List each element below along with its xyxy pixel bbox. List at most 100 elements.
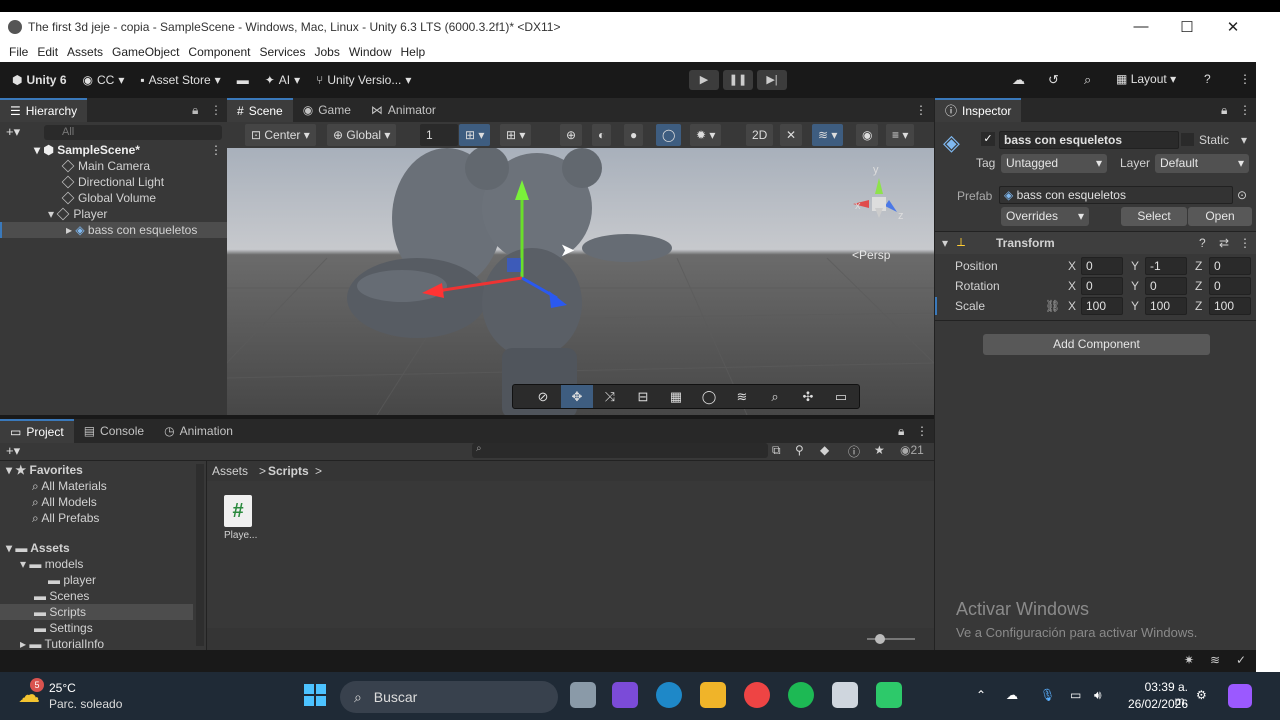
- layers-icon[interactable]: ≋: [1210, 653, 1220, 667]
- grid-snap-button[interactable]: ⊞ ▾: [459, 124, 491, 146]
- label-icon[interactable]: ◆: [820, 443, 829, 457]
- favorite-all-prefabs[interactable]: ⌕ All Prefabs: [32, 510, 99, 526]
- menu-edit[interactable]: Edit: [37, 45, 58, 59]
- microphone-icon[interactable]: 🎙︎: [1040, 688, 1055, 702]
- layout-dropdown[interactable]: ▦ Layout ▾: [1116, 72, 1176, 86]
- rotate-tool-button[interactable]: ⤨: [594, 385, 626, 408]
- tab-game[interactable]: ◉ Game: [293, 98, 361, 122]
- asset-file-player-script[interactable]: # Playe...: [224, 495, 257, 541]
- folder-player[interactable]: ▬ player: [48, 572, 96, 588]
- pause-button[interactable]: ❚❚: [723, 70, 753, 90]
- kebab-icon[interactable]: ⋮: [210, 103, 222, 117]
- gizmo-global-button[interactable]: ⊕: [560, 124, 583, 146]
- gizmos-dropdown[interactable]: ≋ ▾: [812, 124, 844, 146]
- view-tool-button[interactable]: ⊘: [527, 385, 559, 408]
- scale-x-input[interactable]: 100: [1081, 297, 1123, 315]
- layer-dropdown[interactable]: Default ▾: [1155, 154, 1249, 173]
- 2d-toggle-button[interactable]: 2D: [746, 124, 774, 146]
- kebab-icon[interactable]: ⋮: [915, 103, 927, 117]
- breadcrumb-assets[interactable]: Assets: [212, 464, 248, 478]
- scene-root[interactable]: ▾ ⬢ SampleScene*: [34, 142, 140, 158]
- tab-inspector[interactable]: ⓘ Inspector: [935, 98, 1022, 122]
- network-icon[interactable]: ▭: [1070, 688, 1081, 702]
- scale-tool-button[interactable]: ⊟: [627, 385, 659, 408]
- prefab-field[interactable]: ◈ bass con esqueletos: [999, 186, 1233, 204]
- transform-header[interactable]: ▾ ⟂ Transform ? ⇄ ⋮: [935, 232, 1257, 254]
- warning-icon[interactable]: ⓘ: [848, 443, 860, 460]
- menu-services[interactable]: Services: [259, 45, 305, 59]
- rotation-x-input[interactable]: 0: [1081, 277, 1123, 295]
- menu-jobs[interactable]: Jobs: [314, 45, 339, 59]
- search-button[interactable]: ⌕: [1084, 72, 1091, 88]
- active-checkbox[interactable]: ✓: [981, 132, 995, 146]
- help-icon[interactable]: ?: [1199, 236, 1206, 250]
- settings-gear-icon[interactable]: ⚙: [1196, 688, 1207, 702]
- hierarchy-item-global-volume[interactable]: Global Volume: [61, 190, 156, 206]
- tab-project[interactable]: ▭ Project: [0, 419, 74, 443]
- tab-scene[interactable]: # Scene: [227, 98, 293, 122]
- scene-menu-icon[interactable]: ⋮: [210, 143, 222, 157]
- version-control-dropdown[interactable]: ⑂ Unity Versio... ▾: [316, 73, 411, 87]
- ai-dropdown[interactable]: ✦ AI ▾: [265, 73, 300, 87]
- tree-scrollbar[interactable]: [196, 464, 204, 646]
- spotify-icon[interactable]: [788, 682, 814, 708]
- project-search-input[interactable]: ⌕: [472, 443, 768, 458]
- volume-icon[interactable]: 🔊︎: [1094, 688, 1102, 703]
- snipping-tool-icon[interactable]: [612, 682, 638, 708]
- history-button[interactable]: ↺: [1048, 72, 1059, 88]
- tab-hierarchy[interactable]: ☰ Hierarchy: [0, 98, 88, 122]
- rotation-z-input[interactable]: 0: [1209, 277, 1251, 295]
- transform-tool-button[interactable]: ◯: [693, 385, 725, 408]
- debug-icon[interactable]: ✷: [1184, 653, 1194, 667]
- folder-scripts[interactable]: ▬ Scripts: [0, 604, 193, 620]
- visibility-button[interactable]: ◉: [856, 124, 879, 146]
- camera-settings-dropdown[interactable]: ≡ ▾: [886, 124, 915, 146]
- add-component-button[interactable]: Add Component: [983, 334, 1210, 355]
- kebab-icon[interactable]: ⋮: [916, 424, 928, 438]
- orientation-gizmo[interactable]: y x z: [845, 164, 915, 230]
- menu-help[interactable]: Help: [401, 45, 426, 59]
- help-button[interactable]: ?: [1204, 72, 1211, 86]
- tab-console[interactable]: ▤ Console: [74, 419, 154, 443]
- projection-toggle[interactable]: <Persp: [852, 248, 890, 262]
- scale-y-input[interactable]: 100: [1145, 297, 1187, 315]
- open-button[interactable]: Open: [1188, 207, 1252, 226]
- position-x-input[interactable]: 0: [1081, 257, 1123, 275]
- package-button[interactable]: ▬: [237, 73, 249, 87]
- menu-assets[interactable]: Assets: [67, 45, 103, 59]
- start-button[interactable]: [302, 682, 328, 708]
- effects-dropdown[interactable]: ✹ ▾: [690, 124, 722, 146]
- check-circle-icon[interactable]: ✓: [1236, 653, 1246, 667]
- account-dropdown[interactable]: ◉ CC ▾: [83, 73, 125, 87]
- lock-icon[interactable]: 🔒︎: [1221, 103, 1227, 118]
- audio-toggle-button[interactable]: ✕: [780, 124, 803, 146]
- toolbar-menu-button[interactable]: ⋮: [1239, 72, 1251, 86]
- overlay-menu-button[interactable]: ▭: [825, 385, 857, 408]
- file-explorer-icon[interactable]: [700, 682, 726, 708]
- position-z-input[interactable]: 0: [1209, 257, 1251, 275]
- snap-tool-button[interactable]: ✣: [792, 385, 824, 408]
- pivot-dropdown[interactable]: ⊡ Center ▾: [245, 124, 316, 146]
- task-view-icon[interactable]: [570, 682, 596, 708]
- space-dropdown[interactable]: ⊕ Global ▾: [327, 124, 397, 146]
- create-asset-button[interactable]: +▾: [6, 443, 20, 459]
- breadcrumb-scripts[interactable]: Scripts: [268, 464, 309, 478]
- favorites-header[interactable]: ▾ ★ Favorites: [6, 462, 83, 478]
- tab-animation[interactable]: ◷ Animation: [154, 419, 243, 443]
- target-icon[interactable]: ⊙: [1237, 188, 1247, 202]
- object-name-input[interactable]: bass con esqueletos: [999, 131, 1179, 149]
- overrides-dropdown[interactable]: Overrides ▾: [1001, 207, 1089, 226]
- unity-account-button[interactable]: ⬢ Unity 6: [12, 73, 67, 87]
- search-by-type-icon[interactable]: ⧉: [772, 443, 781, 458]
- shading-wireframe-button[interactable]: ◐: [592, 124, 612, 146]
- menu-window[interactable]: Window: [349, 45, 392, 59]
- cloud-button[interactable]: ☁: [1012, 72, 1025, 88]
- app-icon[interactable]: [876, 682, 902, 708]
- edge-browser-icon[interactable]: [656, 682, 682, 708]
- folder-scenes[interactable]: ▬ Scenes: [34, 588, 89, 604]
- snap-increment-input[interactable]: 1: [420, 124, 458, 146]
- folder-models[interactable]: ▾ ▬ models: [20, 556, 83, 572]
- assets-root[interactable]: ▾ ▬ Assets: [6, 540, 70, 556]
- grid-visibility-button[interactable]: ⊞ ▾: [500, 124, 532, 146]
- preset-icon[interactable]: ⇄: [1219, 236, 1229, 250]
